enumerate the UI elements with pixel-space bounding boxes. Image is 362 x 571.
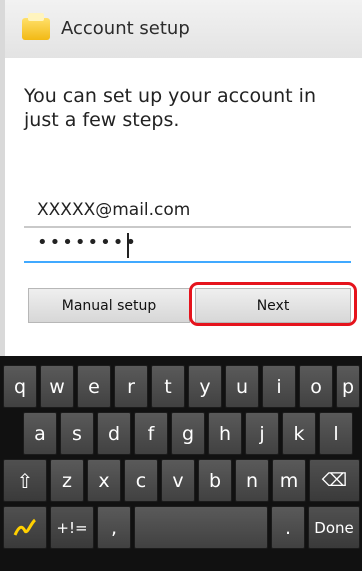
title-bar: Account setup [5,0,362,59]
email-app-icon [22,13,50,40]
key-t[interactable]: t [151,365,185,408]
key-k[interactable]: k [282,412,316,455]
swype-logo-icon [13,518,37,536]
key-u[interactable]: u [225,365,259,408]
onscreen-keyboard: q w e r t y u i o p a s d f g h j k l ⇧ … [0,356,362,571]
key-f[interactable]: f [134,412,168,455]
intro-text: You can set up your account in just a fe… [24,85,316,131]
key-m[interactable]: m [272,459,306,502]
key-j[interactable]: j [245,412,279,455]
key-b[interactable]: b [198,459,232,502]
password-value: •••••••• [37,232,138,253]
key-o[interactable]: o [299,365,333,408]
key-x[interactable]: x [87,459,121,502]
key-q[interactable]: q [3,365,37,408]
email-field[interactable]: XXXXX@mail.com [24,194,351,228]
key-c[interactable]: c [124,459,158,502]
key-z[interactable]: z [50,459,84,502]
key-w[interactable]: w [40,365,74,408]
key-s[interactable]: s [60,412,94,455]
swype-key[interactable] [3,506,47,549]
key-p[interactable]: p [336,365,360,408]
space-key[interactable] [134,506,268,549]
shift-key[interactable]: ⇧ [3,459,47,502]
key-n[interactable]: n [235,459,269,502]
key-e[interactable]: e [77,365,111,408]
key-r[interactable]: r [114,365,148,408]
screen: Account setup You can set up your accoun… [0,0,362,571]
text-cursor [127,233,129,258]
next-button-highlight [189,282,357,326]
account-setup-form: You can set up your account in just a fe… [5,58,362,356]
key-i[interactable]: i [262,365,296,408]
shift-arrow-icon: ⇧ [16,468,34,493]
page-title: Account setup [61,18,190,39]
key-a[interactable]: a [23,412,57,455]
backspace-key[interactable]: ⌫ [309,459,360,502]
period-key[interactable]: . [271,506,305,549]
password-field[interactable]: •••••••• [24,229,351,263]
key-h[interactable]: h [208,412,242,455]
key-y[interactable]: y [188,365,222,408]
done-key[interactable]: Done [308,506,360,549]
manual-setup-button[interactable]: Manual setup [28,288,190,323]
symbols-key[interactable]: +!= [50,506,94,549]
key-l[interactable]: l [319,412,353,455]
email-value: XXXXX@mail.com [37,200,191,220]
key-g[interactable]: g [171,412,205,455]
backspace-icon: ⌫ [321,470,348,491]
key-v[interactable]: v [161,459,195,502]
comma-key[interactable]: , [97,506,131,549]
key-d[interactable]: d [97,412,131,455]
